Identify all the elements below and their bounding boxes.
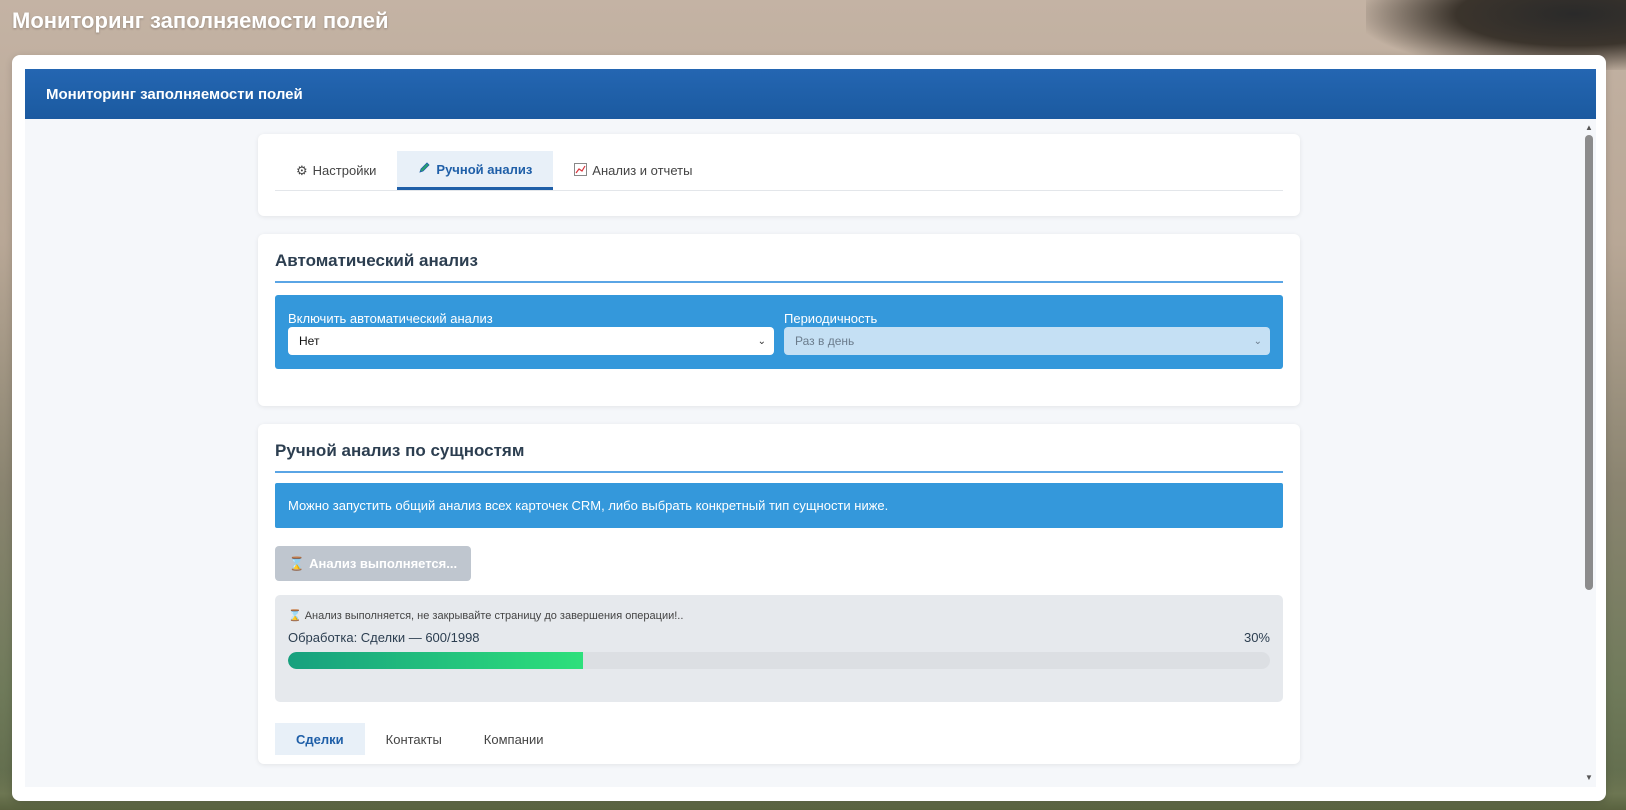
page-title: Мониторинг заполняемости полей [12, 8, 389, 33]
tab-label: Ручной анализ [436, 161, 533, 177]
app-window: Мониторинг заполняемости полей ⚙ Настрой… [25, 69, 1596, 787]
hourglass-icon: ⌛ [288, 610, 302, 622]
gear-icon: ⚙ [296, 162, 308, 178]
processing-text: Обработка: Сделки — 600/1998 [288, 630, 480, 645]
chevron-down-icon: ⌄ [1253, 335, 1262, 347]
tab-manual-analysis[interactable]: Ручной анализ [397, 151, 554, 190]
main-tabs: ⚙ Настройки Ручной анализ Анализ и отчет… [275, 151, 1283, 191]
scroll-up-arrow-icon[interactable]: ▲ [1582, 121, 1596, 135]
tab-companies[interactable]: Компании [463, 723, 565, 755]
app-header: Мониторинг заполняемости полей [25, 69, 1596, 119]
period-select-value: Раз в день [795, 334, 855, 348]
progress-box: ⌛ Анализ выполняется, не закрывайте стра… [275, 595, 1283, 702]
auto-analysis-title: Автоматический анализ [275, 251, 1283, 283]
pencil-icon [418, 161, 431, 177]
period-select[interactable]: Раз в день ⌄ [784, 327, 1270, 355]
main-content: ⚙ Настройки Ручной анализ Анализ и отчет… [258, 134, 1300, 764]
tab-contacts[interactable]: Контакты [365, 723, 463, 755]
enable-field: Включить автоматический анализ Нет ⌄ [288, 311, 774, 369]
hourglass-icon: ⌛ [288, 555, 306, 571]
tab-label: Настройки [312, 163, 377, 178]
scroll-down-arrow-icon[interactable]: ▼ [1582, 771, 1596, 785]
manual-analysis-card: Ручной анализ по сущностям Можно запусти… [258, 424, 1300, 764]
scrollbar[interactable]: ▲ ▼ [1582, 119, 1596, 787]
period-field: Периодичность Раз в день ⌄ [784, 311, 1270, 369]
scroll-thumb[interactable] [1585, 135, 1593, 590]
progress-fill [288, 652, 583, 669]
auto-analysis-card: Автоматический анализ Включить автоматич… [258, 234, 1300, 406]
run-analysis-label: Анализ выполняется... [309, 556, 458, 571]
info-box: Можно запустить общий анализ всех карточ… [275, 483, 1283, 528]
outer-frame: Мониторинг заполняемости полей ⚙ Настрой… [12, 55, 1606, 801]
chevron-down-icon: ⌄ [757, 335, 766, 347]
enable-label: Включить автоматический анализ [288, 311, 493, 326]
processing-row: Обработка: Сделки — 600/1998 30% [288, 630, 1270, 645]
auto-analysis-panel: Включить автоматический анализ Нет ⌄ Пер… [275, 295, 1283, 369]
progress-percent: 30% [1243, 630, 1270, 645]
warning-text: Анализ выполняется, не закрывайте страни… [304, 609, 684, 622]
enable-select[interactable]: Нет ⌄ [288, 327, 774, 355]
tab-label: Анализ и отчеты [592, 163, 693, 178]
manual-analysis-title: Ручной анализ по сущностям [275, 441, 1283, 473]
tab-deals[interactable]: Сделки [275, 723, 365, 755]
period-label: Периодичность [784, 311, 878, 326]
progress-track [288, 652, 1270, 669]
tab-reports[interactable]: Анализ и отчеты [553, 151, 713, 190]
enable-select-value: Нет [299, 334, 320, 348]
run-analysis-button[interactable]: ⌛ Анализ выполняется... [275, 546, 471, 581]
tabs-card: ⚙ Настройки Ручной анализ Анализ и отчет… [258, 134, 1300, 216]
warning-line: ⌛ Анализ выполняется, не закрывайте стра… [288, 609, 1270, 623]
chart-icon [574, 162, 588, 179]
tab-settings[interactable]: ⚙ Настройки [275, 151, 397, 190]
entity-tabs: Сделки Контакты Компании [275, 723, 1283, 755]
